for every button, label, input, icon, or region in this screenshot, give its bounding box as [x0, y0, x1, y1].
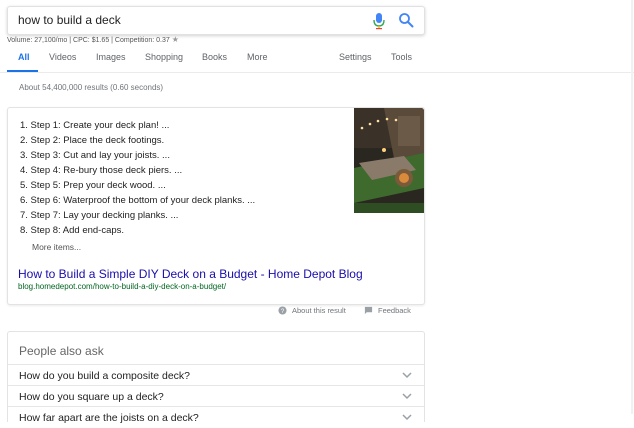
list-item: 8. Step 8: Add end-caps. — [20, 225, 125, 236]
help-icon: ? — [278, 306, 287, 315]
chevron-down-icon[interactable] — [402, 413, 412, 421]
tab-tools[interactable]: Tools — [391, 52, 412, 62]
result-url: blog.homedepot.com/how-to-build-a-diy-de… — [18, 282, 227, 291]
page-edge — [631, 0, 633, 414]
list-item: 3. Step 3: Cut and lay your joists. ... — [20, 150, 170, 161]
tab-images[interactable]: Images — [96, 52, 126, 62]
steps-list: 1. Step 1: Create your deck plan! ... 2.… — [20, 118, 255, 238]
search-input[interactable]: how to build a deck — [18, 13, 121, 27]
list-item: 2. Step 2: Place the deck footings. — [20, 135, 165, 146]
list-item: 1. Step 1: Create your deck plan! ... — [20, 120, 170, 131]
result-stats: About 54,400,000 results (0.60 seconds) — [19, 83, 164, 92]
keyword-stats-text: Volume: 27,100/mo | CPC: $1.65 | Competi… — [7, 37, 170, 44]
question-row[interactable]: How do you build a composite deck? — [8, 364, 424, 386]
feedback-label: Feedback — [378, 306, 411, 315]
question-row[interactable]: How far apart are the joists on a deck? — [8, 406, 424, 428]
tab-videos[interactable]: Videos — [49, 52, 76, 62]
search-box[interactable]: how to build a deck — [7, 6, 425, 35]
star-icon[interactable]: ★ — [172, 35, 179, 44]
more-items-link[interactable]: More items... — [32, 242, 81, 252]
svg-text:?: ? — [281, 308, 285, 315]
featured-snippet: 1. Step 1: Create your deck plan! ... 2.… — [7, 107, 425, 305]
search-icon[interactable] — [398, 12, 414, 28]
question-text: How do you square up a deck? — [19, 391, 164, 403]
tab-shopping[interactable]: Shopping — [145, 52, 183, 62]
about-this-result[interactable]: ? About this result — [278, 306, 346, 315]
tab-books[interactable]: Books — [202, 52, 227, 62]
tabs-divider — [0, 72, 634, 73]
deck-thumbnail[interactable] — [354, 108, 424, 213]
feedback-link[interactable]: Feedback — [364, 306, 411, 315]
feedback-icon — [364, 306, 373, 315]
keyword-stats: Volume: 27,100/mo | CPC: $1.65 | Competi… — [7, 35, 179, 44]
question-text: How do you build a composite deck? — [19, 370, 191, 382]
list-item: 5. Step 5: Prep your deck wood. ... — [20, 180, 166, 191]
people-also-ask: People also ask How do you build a compo… — [7, 331, 425, 424]
tab-all[interactable]: All — [18, 52, 30, 62]
search-tabs: All Videos Images Shopping Books More Se… — [0, 50, 634, 72]
about-this-result-label: About this result — [292, 306, 346, 315]
people-also-ask-title: People also ask — [19, 344, 104, 358]
microphone-icon[interactable] — [372, 12, 386, 30]
list-item: 6. Step 6: Waterproof the bottom of your… — [20, 195, 256, 206]
tab-settings[interactable]: Settings — [339, 52, 372, 62]
list-item: 7. Step 7: Lay your decking planks. ... — [20, 210, 179, 221]
tab-more[interactable]: More — [247, 52, 268, 62]
chevron-down-icon[interactable] — [402, 392, 412, 400]
question-row[interactable]: How do you square up a deck? — [8, 385, 424, 407]
chevron-down-icon[interactable] — [402, 371, 412, 379]
result-title-link[interactable]: How to Build a Simple DIY Deck on a Budg… — [18, 267, 363, 281]
list-item: 4. Step 4: Re-bury those deck piers. ... — [20, 165, 183, 176]
